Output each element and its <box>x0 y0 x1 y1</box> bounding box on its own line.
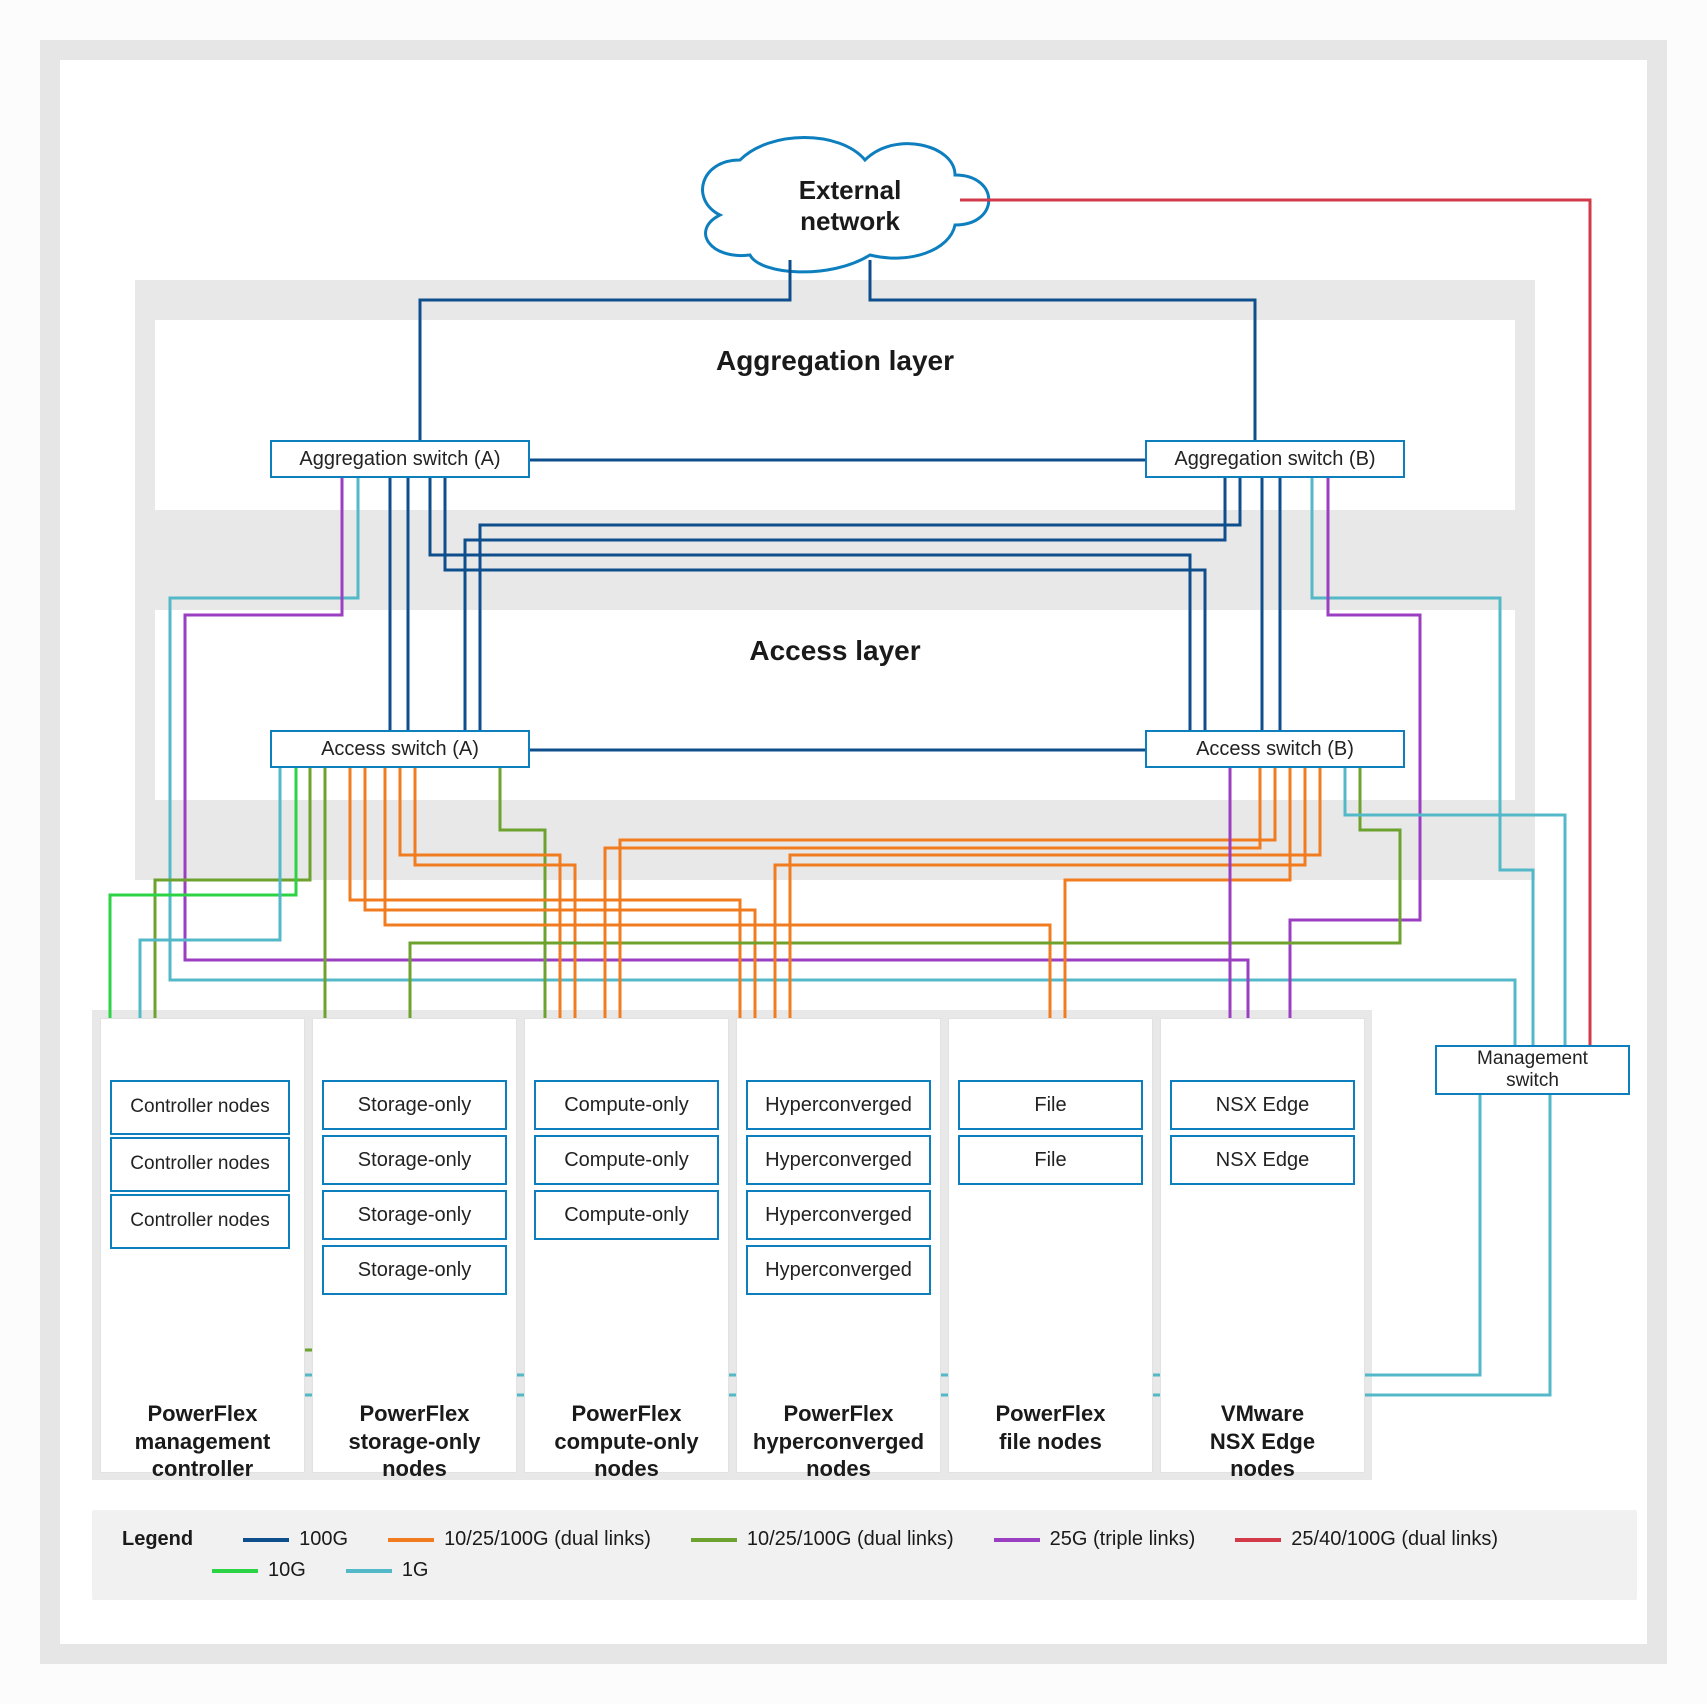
legend-label-100g: 100G <box>299 1528 348 1551</box>
external-network-label: External network <box>740 175 960 237</box>
management-switch-line1: Management <box>1477 1048 1588 1069</box>
legend-swatch-100g <box>243 1538 289 1542</box>
storage-only-3: Storage-only <box>322 1190 507 1240</box>
hyperconverged-4: Hyperconverged <box>746 1245 931 1295</box>
hyperconverged-2: Hyperconverged <box>746 1135 931 1185</box>
legend-item-olive: 10/25/100G (dual links) <box>691 1528 954 1551</box>
legend-panel: Legend 100G 10/25/100G (dual links) 10/2… <box>92 1510 1637 1600</box>
legend-swatch-red <box>1235 1538 1281 1542</box>
legend-item-purple: 25G (triple links) <box>994 1528 1196 1551</box>
legend-label-red: 25/40/100G (dual links) <box>1291 1528 1498 1551</box>
legend-label-olive: 10/25/100G (dual links) <box>747 1528 954 1551</box>
storage-only-4: Storage-only <box>322 1245 507 1295</box>
file-node-2: File <box>958 1135 1143 1185</box>
legend-item-red: 25/40/100G (dual links) <box>1235 1528 1498 1551</box>
legend-item-teal: 1G <box>346 1559 429 1582</box>
agg-switch-a: Aggregation switch (A) <box>270 440 530 478</box>
controller-node-1: Controller nodes <box>110 1080 290 1135</box>
legend-label-teal: 1G <box>402 1559 429 1582</box>
external-network-line2: network <box>800 206 900 236</box>
col-label-3: PowerFlexhyperconvergednodes <box>736 1400 941 1483</box>
legend-swatch-green <box>212 1569 258 1573</box>
compute-only-1: Compute-only <box>534 1080 719 1130</box>
storage-only-1: Storage-only <box>322 1080 507 1130</box>
legend-swatch-olive <box>691 1538 737 1542</box>
access-switch-b: Access switch (B) <box>1145 730 1405 768</box>
legend-label-purple: 25G (triple links) <box>1050 1528 1196 1551</box>
hyperconverged-3: Hyperconverged <box>746 1190 931 1240</box>
controller-node-3: Controller nodes <box>110 1194 290 1249</box>
legend-title: Legend <box>122 1528 193 1551</box>
management-switch: Management switch <box>1435 1045 1630 1095</box>
compute-only-3: Compute-only <box>534 1190 719 1240</box>
col-label-2: PowerFlexcompute-onlynodes <box>524 1400 729 1483</box>
external-network-line1: External <box>799 175 902 205</box>
nsx-edge-2: NSX Edge <box>1170 1135 1355 1185</box>
legend-item-orange: 10/25/100G (dual links) <box>388 1528 651 1551</box>
col-label-0: PowerFlexmanagementcontroller <box>100 1400 305 1483</box>
legend-label-green: 10G <box>268 1559 306 1582</box>
col-label-1: PowerFlexstorage-onlynodes <box>312 1400 517 1483</box>
controller-node-2: Controller nodes <box>110 1137 290 1192</box>
agg-switch-b: Aggregation switch (B) <box>1145 440 1405 478</box>
file-node-1: File <box>958 1080 1143 1130</box>
storage-only-2: Storage-only <box>322 1135 507 1185</box>
legend-label-orange: 10/25/100G (dual links) <box>444 1528 651 1551</box>
nsx-edge-1: NSX Edge <box>1170 1080 1355 1130</box>
legend-item-green: 10G <box>212 1559 306 1582</box>
col-label-4: PowerFlexfile nodes <box>948 1400 1153 1455</box>
access-switch-a: Access switch (A) <box>270 730 530 768</box>
legend-swatch-orange <box>388 1538 434 1542</box>
legend-swatch-purple <box>994 1538 1040 1542</box>
col-label-5: VMwareNSX Edgenodes <box>1160 1400 1365 1483</box>
legend-item-100g: 100G <box>243 1528 348 1551</box>
management-switch-line2: switch <box>1506 1070 1559 1091</box>
compute-only-2: Compute-only <box>534 1135 719 1185</box>
hyperconverged-1: Hyperconverged <box>746 1080 931 1130</box>
legend-swatch-teal <box>346 1569 392 1573</box>
